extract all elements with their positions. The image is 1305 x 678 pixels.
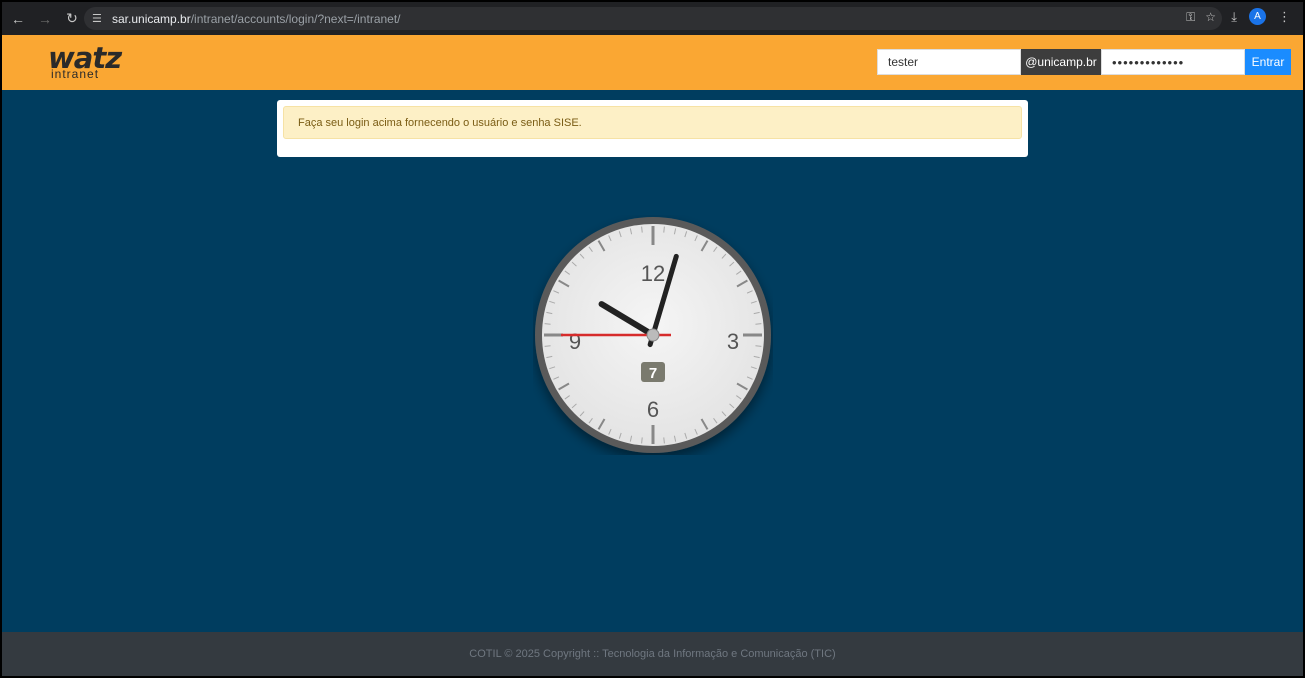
- minute-tick: [544, 345, 551, 347]
- login-alert: Faça seu login acima fornecendo o usuári…: [283, 106, 1022, 139]
- browser-window: ← → ↻ ☰ sar.unicamp.br/intranet/accounts…: [2, 2, 1303, 676]
- password-input[interactable]: [1101, 49, 1245, 75]
- back-arrow-icon[interactable]: ←: [7, 8, 29, 30]
- watz-logo[interactable]: watz intranet: [48, 41, 128, 83]
- domain-suffix: @unicamp.br: [1021, 49, 1101, 75]
- page-footer: COTIL © 2025 Copyright :: Tecnologia da …: [2, 632, 1303, 676]
- profile-avatar[interactable]: A: [1249, 8, 1266, 25]
- password-key-icon[interactable]: ⚿: [1186, 10, 1195, 25]
- clock-center-cap: [646, 328, 660, 342]
- numeral-12: 12: [641, 261, 665, 286]
- url-text: sar.unicamp.br/intranet/accounts/login/?…: [112, 11, 401, 26]
- minute-tick: [544, 323, 551, 325]
- reload-icon[interactable]: ↻: [61, 8, 83, 30]
- numeral-9: 9: [569, 329, 581, 354]
- date-badge-text: 7: [649, 365, 657, 382]
- login-form: @unicamp.br Entrar: [877, 49, 1291, 75]
- minute-tick: [663, 437, 665, 444]
- minute-tick: [641, 226, 643, 233]
- login-button[interactable]: Entrar: [1245, 49, 1291, 75]
- app-header: watz intranet @unicamp.br Entrar: [2, 35, 1303, 90]
- minute-tick: [641, 437, 643, 444]
- forward-arrow-icon[interactable]: →: [34, 8, 56, 30]
- username-input[interactable]: [877, 49, 1021, 75]
- minute-tick: [755, 345, 762, 347]
- footer-copyright: COTIL © 2025 Copyright :: Tecnologia da …: [469, 648, 836, 660]
- download-icon[interactable]: ⤓: [1231, 9, 1237, 25]
- analog-clock: 12 3 6 9 7: [535, 217, 771, 453]
- numeral-3: 3: [727, 329, 739, 354]
- site-settings-icon[interactable]: ☰: [92, 12, 108, 25]
- message-card: Faça seu login acima fornecendo o usuári…: [277, 100, 1028, 157]
- numeral-6: 6: [647, 397, 659, 422]
- address-bar[interactable]: ☰ sar.unicamp.br/intranet/accounts/login…: [84, 7, 1222, 30]
- menu-kebab-icon[interactable]: ⋮: [1278, 9, 1291, 25]
- minute-tick: [755, 323, 762, 325]
- minute-tick: [663, 226, 665, 233]
- logo-sub-text: intranet: [51, 67, 100, 81]
- browser-toolbar: ← → ↻ ☰ sar.unicamp.br/intranet/accounts…: [2, 2, 1303, 35]
- bookmark-star-icon[interactable]: ☆: [1205, 10, 1216, 25]
